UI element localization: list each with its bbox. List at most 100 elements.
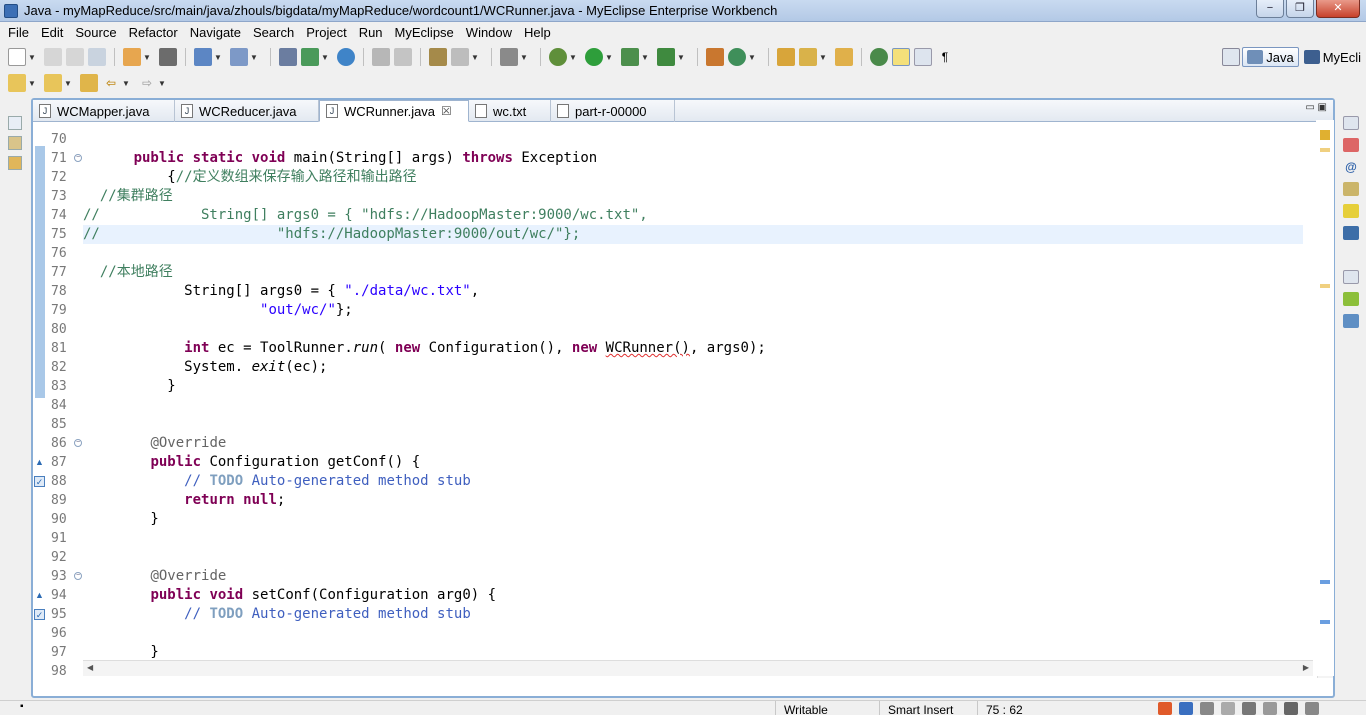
tray-icon[interactable]	[1221, 702, 1235, 715]
external-tools-icon[interactable]	[657, 48, 675, 66]
code-line[interactable]	[83, 396, 1303, 415]
code-line[interactable]: //本地路径	[83, 263, 1303, 282]
task-list-view-icon[interactable]	[1343, 314, 1359, 328]
restore-button[interactable]: ❐	[1286, 0, 1314, 18]
open-task-dropdown-icon[interactable]: ▼	[819, 53, 827, 62]
open-perspective-icon[interactable]	[1222, 48, 1241, 66]
run-icon[interactable]	[585, 48, 603, 66]
code-line[interactable]: {//定义数组来保存输入路径和输出路径	[83, 168, 1303, 187]
code-line[interactable]: System. exit(ec);	[83, 358, 1303, 377]
next-annotation-icon[interactable]	[8, 74, 26, 92]
tab-part-r-00000[interactable]: part-r-00000	[551, 100, 675, 122]
mark-occurrences-icon[interactable]	[892, 48, 910, 66]
restore-view-icon[interactable]	[1343, 270, 1359, 284]
code-line[interactable]	[83, 130, 1303, 149]
new-class-dropdown-icon[interactable]: ▼	[321, 53, 329, 62]
console-view-icon[interactable]	[1343, 226, 1359, 240]
task-checkbox-icon[interactable]: ✓	[34, 609, 45, 620]
override-marker-icon[interactable]: ▲	[34, 457, 45, 468]
report-icon[interactable]	[451, 48, 469, 66]
sync-icon[interactable]	[394, 48, 412, 66]
code-line[interactable]: public static void main(String[] args) t…	[83, 149, 1303, 168]
code-line[interactable]: return null;	[83, 491, 1303, 510]
tray-icon[interactable]	[1284, 702, 1298, 715]
tab-wcreducer[interactable]: J WCReducer.java	[175, 100, 319, 122]
package-explorer-icon[interactable]	[8, 136, 22, 150]
code-line[interactable]: }	[83, 510, 1303, 529]
globe-icon[interactable]	[337, 48, 355, 66]
myeclipse-perspective-button[interactable]: MyEcli	[1299, 47, 1366, 67]
menu-file[interactable]: File	[2, 25, 35, 40]
code-line[interactable]: String[] args0 = { "./data/wc.txt",	[83, 282, 1303, 301]
code-line[interactable]: public void setConf(Configuration arg0) …	[83, 586, 1303, 605]
menu-window[interactable]: Window	[460, 25, 518, 40]
forward-dropdown-icon[interactable]: ▼	[158, 79, 166, 88]
new-web-project-icon[interactable]	[123, 48, 141, 66]
print-icon[interactable]	[88, 48, 106, 66]
menu-source[interactable]: Source	[69, 25, 122, 40]
new-java-project-icon[interactable]	[706, 48, 724, 66]
task-marker[interactable]	[1320, 620, 1330, 624]
block-selection-icon[interactable]	[914, 48, 932, 66]
warning-marker-icon[interactable]	[1320, 130, 1330, 140]
javadoc-view-icon[interactable]: @	[1343, 160, 1359, 174]
code-line[interactable]: public Configuration getConf() {	[83, 453, 1303, 472]
new-package-icon[interactable]	[279, 48, 297, 66]
code-line[interactable]	[83, 529, 1303, 548]
back-arrow-icon[interactable]: ⇦	[102, 74, 120, 92]
code-line[interactable]: // String[] args0 = { "hdfs://HadoopMast…	[83, 206, 1303, 225]
outline-view-icon[interactable]	[1343, 292, 1359, 306]
camera-icon[interactable]	[500, 48, 518, 66]
code-line[interactable]	[83, 624, 1303, 643]
open-task-icon[interactable]	[799, 48, 817, 66]
open-folder-icon[interactable]	[835, 48, 853, 66]
tab-wcmapper[interactable]: J WCMapper.java	[33, 100, 175, 122]
tab-wc-txt[interactable]: wc.txt	[469, 100, 551, 122]
menu-myeclipse[interactable]: MyEclipse	[389, 25, 460, 40]
run-server-icon[interactable]	[230, 48, 248, 66]
deploy-dropdown-icon[interactable]: ▼	[214, 53, 222, 62]
restore-view-icon[interactable]	[1343, 116, 1359, 130]
previous-annotation-icon[interactable]	[44, 74, 62, 92]
tray-icon[interactable]	[1242, 702, 1256, 715]
code-line[interactable]: // TODO Auto-generated method stub	[83, 472, 1303, 491]
menu-edit[interactable]: Edit	[35, 25, 69, 40]
horizontal-scrollbar[interactable]: ◀ ▶	[83, 660, 1313, 676]
code-line[interactable]: // "hdfs://HadoopMaster:9000/out/wc/"};	[83, 225, 1303, 244]
code-line[interactable]: }	[83, 377, 1303, 396]
open-type-icon[interactable]	[777, 48, 795, 66]
fold-collapse-icon[interactable]: −	[74, 439, 82, 447]
problems-view-icon[interactable]	[1343, 138, 1359, 152]
code-line[interactable]	[83, 320, 1303, 339]
fold-collapse-icon[interactable]: −	[74, 154, 82, 162]
java-perspective-button[interactable]: Java	[1242, 47, 1299, 67]
occurrence-marker[interactable]	[1320, 284, 1330, 288]
hierarchy-icon[interactable]	[8, 156, 22, 170]
occurrence-marker[interactable]	[1320, 148, 1330, 152]
new-java-class-icon[interactable]	[728, 48, 746, 66]
new-web-dropdown-icon[interactable]: ▼	[143, 53, 151, 62]
open-console-icon[interactable]	[159, 48, 177, 66]
camera-dropdown-icon[interactable]: ▼	[520, 53, 528, 62]
minimize-maximize-icon[interactable]: ▭ ▣	[1305, 102, 1327, 113]
report-dropdown-icon[interactable]: ▼	[471, 53, 479, 62]
close-tab-icon[interactable]: ☒	[441, 104, 452, 118]
code-editor[interactable]: ▲ ✓ ▲ ✓ 70 71−72 73 74 75 76 77 78 79 80 81 82 83 84 85 86…	[33, 122, 1333, 678]
input-method-icon[interactable]	[1158, 702, 1172, 715]
new-dropdown-icon[interactable]: ▼	[28, 53, 36, 62]
code-line[interactable]: //集群路径	[83, 187, 1303, 206]
menu-search[interactable]: Search	[247, 25, 300, 40]
save-all-icon[interactable]	[66, 48, 84, 66]
tray-icon[interactable]	[1263, 702, 1277, 715]
tray-icon[interactable]	[1305, 702, 1319, 715]
close-window-button[interactable]: ✕	[1316, 0, 1360, 18]
menu-help[interactable]: Help	[518, 25, 557, 40]
servers-view-icon[interactable]	[1343, 204, 1359, 218]
menu-navigate[interactable]: Navigate	[184, 25, 247, 40]
deploy-icon[interactable]	[194, 48, 212, 66]
minimize-button[interactable]: −	[1256, 0, 1284, 18]
show-whitespace-icon[interactable]: ¶	[936, 48, 954, 66]
restore-view-icon[interactable]	[8, 116, 22, 130]
menu-project[interactable]: Project	[300, 25, 352, 40]
new-wizard-icon[interactable]	[8, 48, 26, 66]
